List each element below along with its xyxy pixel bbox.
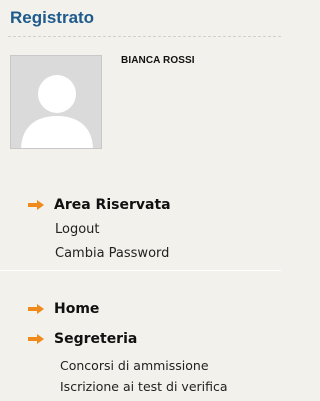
login-sidebar-panel: Registrato BIANCA ROSSI Area Riservata L… <box>0 0 281 401</box>
admission-contests-link[interactable]: Concorsi di ammissione <box>60 358 209 373</box>
arrow-right-icon <box>28 304 44 314</box>
user-name: BIANCA ROSSI <box>121 55 195 66</box>
change-password-link[interactable]: Cambia Password <box>55 246 169 261</box>
section-divider <box>0 270 281 271</box>
menu-item-area-riservata[interactable]: Area Riservata <box>28 197 171 213</box>
section-title: Registrato <box>10 8 95 27</box>
menu-item-segreteria[interactable]: Segreteria <box>28 331 137 347</box>
avatar <box>10 55 102 149</box>
menu-item-label: Home <box>54 301 100 317</box>
menu-item-label: Segreteria <box>54 331 138 347</box>
menu-item-label: Area Riservata <box>54 197 171 213</box>
header-divider <box>8 36 281 37</box>
user-placeholder-icon <box>11 56 101 148</box>
arrow-right-icon <box>28 200 44 210</box>
logout-link[interactable]: Logout <box>55 222 100 237</box>
menu-item-home[interactable]: Home <box>28 301 99 317</box>
verification-test-link[interactable]: Iscrizione ai test di verifica <box>60 379 228 394</box>
arrow-right-icon <box>28 334 44 344</box>
